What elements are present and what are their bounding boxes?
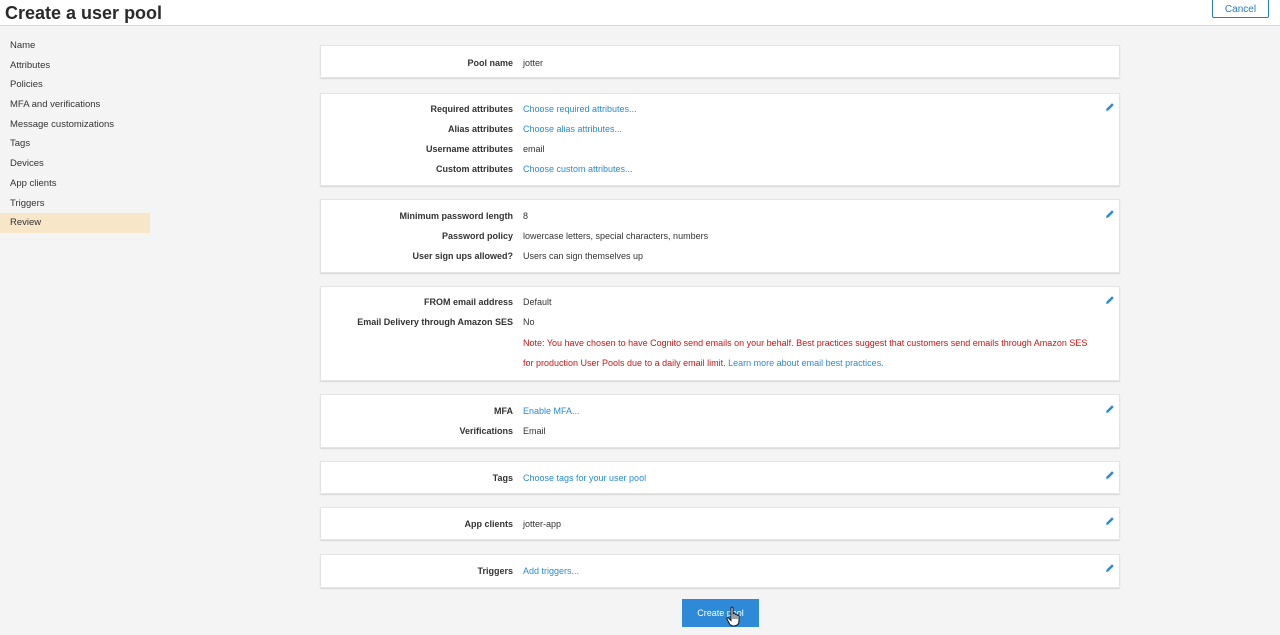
app-clients-card: App clients jotter-app — [320, 507, 1120, 540]
email-card: FROM email address Default Email Deliver… — [320, 286, 1120, 381]
from-email-value: Default — [523, 297, 552, 307]
username-attributes-row: Username attributes email — [321, 139, 1119, 159]
add-triggers-link[interactable]: Add triggers... — [523, 561, 579, 581]
ses-delivery-row: Email Delivery through Amazon SES No — [321, 312, 1119, 332]
custom-attributes-row: Custom attributes Choose custom attribut… — [321, 159, 1119, 179]
attributes-card: Required attributes Choose required attr… — [320, 93, 1120, 186]
pool-name-value: jotter — [523, 58, 544, 68]
required-attributes-label: Required attributes — [430, 104, 513, 114]
cancel-button[interactable]: Cancel — [1212, 0, 1269, 18]
sidebar-item-devices[interactable]: Devices — [0, 154, 150, 174]
create-pool-button[interactable]: Create pool — [682, 599, 759, 627]
triggers-card: Triggers Add triggers... — [320, 554, 1120, 588]
policies-card: Minimum password length 8 Password polic… — [320, 199, 1120, 273]
password-policy-row: Password policy lowercase letters, speci… — [321, 226, 1119, 246]
email-best-practices-link[interactable]: Learn more about email best practices. — [728, 358, 884, 368]
sidebar-item-review[interactable]: Review — [0, 213, 150, 233]
hand-pointer-icon — [726, 606, 740, 627]
username-attributes-label: Username attributes — [425, 144, 513, 154]
custom-attributes-label: Custom attributes — [435, 164, 513, 174]
app-clients-label: App clients — [464, 519, 513, 529]
sidebar-item-name[interactable]: Name — [0, 36, 150, 56]
pool-name-card: Pool name jotter — [320, 45, 1120, 78]
triggers-label: Triggers — [477, 566, 513, 576]
alias-attributes-label: Alias attributes — [447, 124, 513, 134]
choose-tags-link[interactable]: Choose tags for your user pool — [523, 468, 646, 488]
user-signups-value: Users can sign themselves up — [523, 251, 644, 261]
choose-alias-attributes-link[interactable]: Choose alias attributes... — [523, 119, 622, 139]
tags-row: Tags Choose tags for your user pool — [321, 468, 1119, 488]
email-limit-note: Note: You have chosen to have Cognito se… — [523, 338, 1088, 348]
from-email-row: FROM email address Default — [321, 292, 1119, 312]
email-note-line-2: for production User Pools due to a daily… — [321, 353, 1119, 373]
sidebar-item-message-customizations[interactable]: Message customizations — [0, 115, 150, 135]
from-email-label: FROM email address — [423, 297, 513, 307]
app-clients-row: App clients jotter-app — [321, 514, 1119, 534]
sidebar-nav: Name Attributes Policies MFA and verific… — [0, 36, 150, 233]
choose-required-attributes-link[interactable]: Choose required attributes... — [523, 99, 637, 119]
mfa-label: MFA — [494, 406, 513, 416]
user-signups-row: User sign ups allowed? Users can sign th… — [321, 246, 1119, 266]
email-limit-note-continued: for production User Pools due to a daily… — [523, 358, 726, 368]
enable-mfa-link[interactable]: Enable MFA... — [523, 401, 580, 421]
min-password-length-row: Minimum password length 8 — [321, 206, 1119, 226]
username-attributes-value: email — [523, 144, 545, 154]
pool-name-label: Pool name — [467, 58, 513, 68]
choose-custom-attributes-link[interactable]: Choose custom attributes... — [523, 159, 633, 179]
top-bar: Create a user pool Cancel — [0, 0, 1280, 26]
min-password-length-value: 8 — [523, 211, 529, 221]
alias-attributes-row: Alias attributes Choose alias attributes… — [321, 119, 1119, 139]
pool-name-row: Pool name jotter — [321, 53, 1119, 73]
ses-delivery-label: Email Delivery through Amazon SES — [357, 317, 513, 327]
sidebar-item-mfa-verifications[interactable]: MFA and verifications — [0, 95, 150, 115]
mfa-row: MFA Enable MFA... — [321, 401, 1119, 421]
password-policy-label: Password policy — [441, 231, 513, 241]
required-attributes-row: Required attributes Choose required attr… — [321, 99, 1119, 119]
triggers-row: Triggers Add triggers... — [321, 561, 1119, 581]
page-title: Create a user pool — [5, 3, 163, 23]
app-clients-value: jotter-app — [523, 519, 562, 529]
password-policy-value: lowercase letters, special characters, n… — [523, 231, 709, 241]
min-password-length-label: Minimum password length — [399, 211, 513, 221]
email-note-line-1: Note: You have chosen to have Cognito se… — [321, 333, 1119, 353]
sidebar-item-tags[interactable]: Tags — [0, 134, 150, 154]
verifications-value: Email — [523, 426, 546, 436]
sidebar-item-triggers[interactable]: Triggers — [0, 194, 150, 214]
tags-card: Tags Choose tags for your user pool — [320, 461, 1120, 494]
sidebar-item-policies[interactable]: Policies — [0, 75, 150, 95]
ses-delivery-value: No — [523, 317, 535, 327]
sidebar-item-app-clients[interactable]: App clients — [0, 174, 150, 194]
tags-label: Tags — [492, 473, 513, 483]
user-signups-label: User sign ups allowed? — [412, 251, 513, 261]
verifications-label: Verifications — [459, 426, 513, 436]
email-note-line-2-text: for production User Pools due to a daily… — [523, 353, 884, 373]
verifications-row: Verifications Email — [321, 421, 1119, 441]
mfa-card: MFA Enable MFA... Verifications Email — [320, 394, 1120, 448]
sidebar-item-attributes[interactable]: Attributes — [0, 56, 150, 76]
